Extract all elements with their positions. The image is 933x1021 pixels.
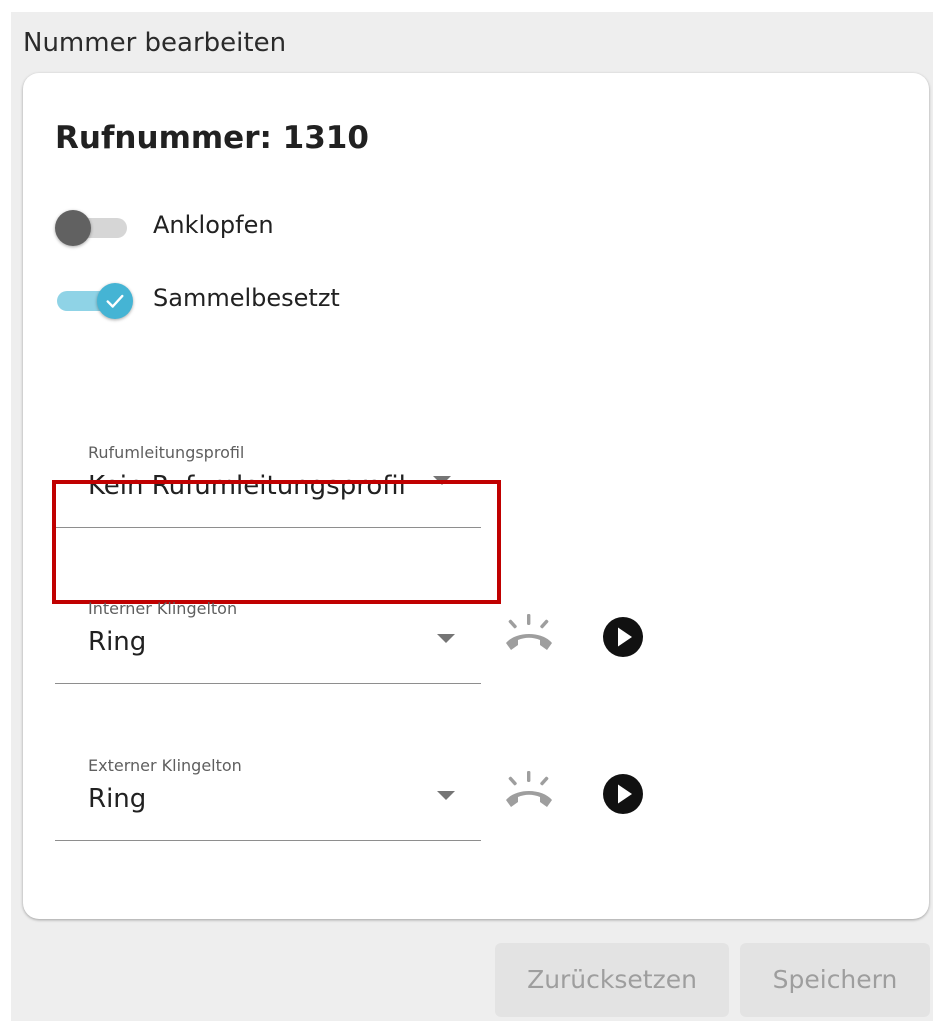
play-circle-icon[interactable] <box>601 772 645 816</box>
toggle-thumb <box>97 283 133 319</box>
external-ringtone-value: Ring <box>88 784 147 814</box>
call-waiting-label: Anklopfen <box>153 211 274 239</box>
ringing-phone-icon[interactable] <box>502 611 556 659</box>
group-busy-toggle[interactable] <box>53 278 133 319</box>
page-title: Nummer bearbeiten <box>23 28 287 58</box>
reset-button[interactable]: Zurücksetzen <box>495 943 729 1017</box>
forwarding-profile-select[interactable]: Rufumleitungsprofil Kein Rufumleitungspr… <box>55 443 481 543</box>
group-busy-toggle-row: Sammelbesetzt <box>53 278 453 319</box>
internal-ringtone-value: Ring <box>88 627 147 657</box>
internal-ringtone-label: Interner Klingelton <box>88 599 238 618</box>
play-circle-icon[interactable] <box>601 615 645 659</box>
toggle-thumb <box>55 210 91 246</box>
internal-ringtone-select[interactable]: Interner Klingelton Ring <box>55 599 481 699</box>
edit-number-page: Nummer bearbeiten Rufnummer: 1310 Anklop… <box>11 12 933 1021</box>
ringing-phone-icon[interactable] <box>502 768 556 816</box>
external-ringtone-select[interactable]: Externer Klingelton Ring <box>55 756 481 856</box>
forwarding-profile-label: Rufumleitungsprofil <box>88 443 245 462</box>
call-waiting-toggle-row: Anklopfen <box>53 205 453 246</box>
dropdown-arrow-icon <box>433 476 451 485</box>
field-underline <box>55 527 481 528</box>
card-title: Rufnummer: 1310 <box>55 120 369 156</box>
save-button[interactable]: Speichern <box>740 943 930 1017</box>
external-ringtone-label: Externer Klingelton <box>88 756 242 775</box>
group-busy-label: Sammelbesetzt <box>153 284 340 312</box>
call-waiting-toggle[interactable] <box>53 205 131 246</box>
forwarding-profile-value: Kein Rufumleitungsprofil <box>88 471 406 501</box>
dropdown-arrow-icon <box>437 791 455 800</box>
dropdown-arrow-icon <box>437 634 455 643</box>
check-icon <box>106 294 124 308</box>
field-underline <box>55 840 481 841</box>
number-settings-card: Rufnummer: 1310 Anklopfen Sammelbesetzt <box>23 73 929 919</box>
field-underline <box>55 683 481 684</box>
